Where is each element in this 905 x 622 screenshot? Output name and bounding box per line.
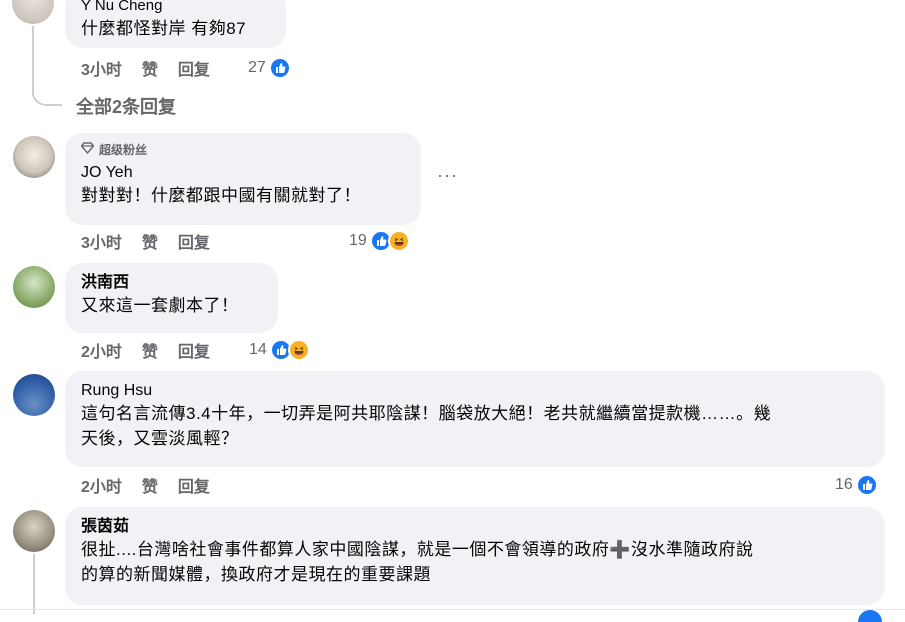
like-reaction-icon	[268, 57, 291, 79]
comment-time[interactable]: 2小时	[81, 473, 122, 497]
comment-text: 又來這一套劇本了！	[81, 296, 239, 315]
haha-reaction-icon	[387, 230, 410, 252]
reaction-summary[interactable]: 16	[835, 473, 878, 497]
reply-button[interactable]: 回复	[178, 229, 210, 253]
more-options-button[interactable]: ···	[437, 165, 458, 186]
bottom-divider	[0, 609, 905, 610]
comment-bubble: 超级粉丝 JO Yeh 對對對！什麼都跟中國有關就對了！	[65, 133, 421, 225]
reply-button[interactable]: 回复	[178, 338, 210, 362]
reply-button[interactable]: 回复	[178, 56, 210, 80]
comment-bubble: Y Nu Cheng 什麼都怪對岸 有夠87	[65, 0, 286, 48]
like-button[interactable]: 赞	[142, 473, 158, 497]
avatar[interactable]	[13, 136, 55, 178]
reaction-count: 19	[349, 232, 367, 249]
diamond-icon	[80, 141, 95, 159]
reply-button[interactable]: 回复	[178, 473, 210, 497]
comment-time[interactable]: 3小时	[81, 229, 122, 253]
comment-text: 什麼都怪對岸 有夠87	[81, 19, 247, 38]
reaction-summary[interactable]: 14	[249, 338, 310, 362]
comment-actions: 3小时 赞 回复	[81, 56, 230, 80]
reaction-count: 27	[248, 59, 266, 76]
comment-author[interactable]: Y Nu Cheng	[81, 0, 274, 16]
comment-author[interactable]: Rung Hsu	[81, 381, 873, 401]
comment-text: 這句名言流傳3.4十年，一切弄是阿共耶陰謀！腦袋放大絕！老共就繼續當提款機……。…	[81, 404, 772, 448]
thread-line	[33, 554, 35, 614]
avatar[interactable]	[13, 510, 55, 552]
comment-bubble: 洪南西 又來這一套劇本了！	[65, 263, 278, 333]
reaction-count: 16	[835, 476, 853, 493]
haha-reaction-icon	[287, 339, 310, 361]
comment-actions: 2小时 赞 回复	[81, 473, 230, 497]
comment-author[interactable]: 洪南西	[81, 273, 266, 293]
top-fan-badge: 超级粉丝	[80, 141, 409, 159]
comment-text: 很扯....台灣啥社會事件都算人家中國陰謀，就是一個不會領導的政府➕沒水準隨政府…	[81, 540, 754, 584]
badge-label: 超级粉丝	[99, 143, 148, 157]
like-reaction-icon	[858, 610, 882, 622]
like-reaction-icon	[855, 474, 878, 496]
like-button[interactable]: 赞	[142, 338, 158, 362]
avatar[interactable]	[13, 374, 55, 416]
comment-bubble: 張茵茹 很扯....台灣啥社會事件都算人家中國陰謀，就是一個不會領導的政府➕沒水…	[65, 507, 885, 605]
like-button[interactable]: 赞	[142, 229, 158, 253]
avatar[interactable]	[13, 266, 55, 308]
like-button[interactable]: 赞	[142, 56, 158, 80]
avatar[interactable]	[12, 0, 54, 24]
comment-actions: 2小时 赞 回复	[81, 338, 230, 362]
reaction-summary[interactable]: 27	[248, 56, 291, 80]
reaction-count: 14	[249, 341, 267, 358]
thread-connector	[32, 80, 62, 106]
comment-author[interactable]: JO Yeh	[81, 163, 409, 183]
comment-actions: 3小时 赞 回复	[81, 229, 230, 253]
view-all-replies-link[interactable]: 全部2条回复	[76, 95, 176, 119]
reaction-summary[interactable]: 19	[349, 229, 410, 253]
comment-text: 對對對！什麼都跟中國有關就對了！	[81, 186, 361, 205]
comment-author[interactable]: 張茵茹	[81, 517, 873, 537]
comment-time[interactable]: 2小时	[81, 338, 122, 362]
comment-bubble: Rung Hsu 這句名言流傳3.4十年，一切弄是阿共耶陰謀！腦袋放大絕！老共就…	[65, 371, 885, 467]
comment-time[interactable]: 3小时	[81, 56, 122, 80]
